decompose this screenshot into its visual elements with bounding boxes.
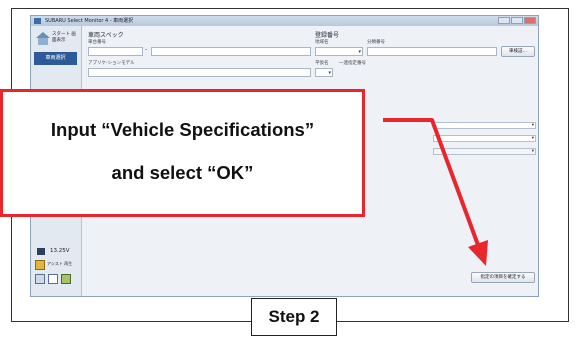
- pointer-arrow-icon: [383, 118, 488, 266]
